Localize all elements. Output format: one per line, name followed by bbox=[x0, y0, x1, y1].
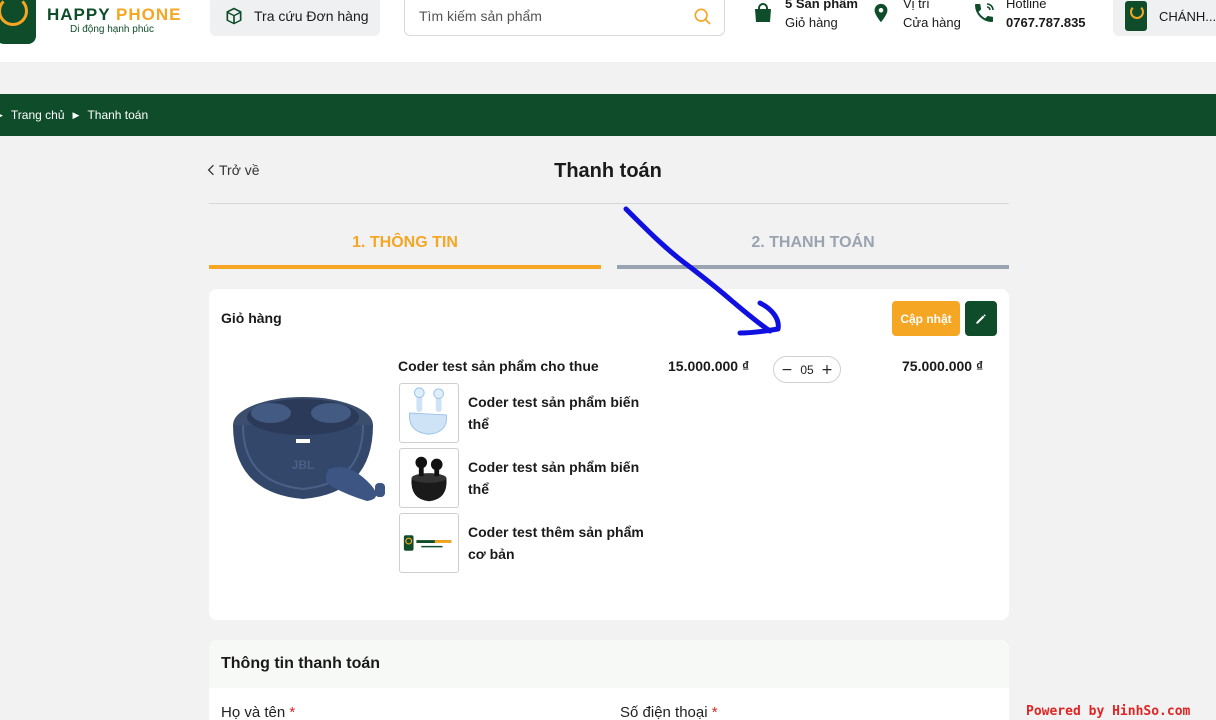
logo-text-happy: HAPPY bbox=[47, 5, 111, 24]
hotline-number: 0767.787.835 bbox=[1006, 15, 1086, 30]
back-link[interactable]: Trở về bbox=[207, 162, 260, 178]
location-label: Cửa hàng bbox=[903, 15, 961, 30]
step-payment-indicator bbox=[617, 265, 1009, 269]
logo-tagline: Di động hạnh phúc bbox=[70, 24, 154, 35]
required-mark: * bbox=[289, 704, 296, 720]
full-name-label: Họ và tên * bbox=[221, 704, 295, 720]
header-cart[interactable]: 5 Sản phẩm Giỏ hàng bbox=[751, 0, 858, 32]
decrease-quantity-button[interactable]: − bbox=[780, 362, 794, 378]
phone-call-icon bbox=[972, 1, 996, 25]
variant-thumbnail bbox=[399, 513, 459, 573]
logo-text-phone: PHONE bbox=[110, 5, 182, 24]
step-info[interactable]: 1. THÔNG TIN bbox=[209, 234, 601, 252]
phone-label: Số điện thoại * bbox=[620, 704, 718, 720]
cart-title: Giỏ hàng bbox=[221, 310, 282, 326]
order-lookup-button[interactable]: Tra cứu Đơn hàng bbox=[210, 0, 380, 36]
quantity-value[interactable]: 05 bbox=[800, 363, 813, 377]
step-info-indicator bbox=[209, 265, 601, 269]
quantity-stepper: − 05 + bbox=[773, 356, 841, 383]
variant-item[interactable]: Coder test sản phẩm biến thể bbox=[399, 448, 639, 508]
package-icon bbox=[226, 7, 242, 25]
pencil-icon bbox=[976, 313, 986, 324]
product-price: 15.000.000 ₫ bbox=[668, 358, 750, 374]
variant-item[interactable]: Coder test sản phẩm biến thể bbox=[399, 383, 639, 443]
required-mark: * bbox=[711, 704, 718, 720]
increase-quantity-button[interactable]: + bbox=[820, 362, 834, 378]
breadcrumb-separator-icon: ▶ bbox=[0, 110, 3, 121]
header-store-location[interactable]: Vị trí Cửa hàng bbox=[869, 0, 961, 32]
product-image: JBL bbox=[233, 397, 385, 501]
phone-label-text: Số điện thoại bbox=[620, 704, 708, 720]
payment-info-title: Thông tin thanh toán bbox=[209, 640, 1009, 688]
breadcrumb-separator-icon: ▶ bbox=[72, 109, 80, 120]
cart-label: Giỏ hàng bbox=[785, 15, 838, 30]
search-icon[interactable] bbox=[692, 6, 712, 26]
product-name[interactable]: Coder test sản phẩm cho thue bbox=[398, 358, 599, 374]
header-hotline[interactable]: Hotline 0767.787.835 bbox=[972, 0, 1086, 32]
logo-text[interactable]: HAPPY PHONE bbox=[47, 5, 181, 25]
back-label: Trở về bbox=[219, 162, 260, 178]
variant-thumbnail bbox=[399, 383, 459, 443]
variant-name: Coder test sản phẩm biến thể bbox=[468, 394, 640, 432]
happy-phone-logo-icon bbox=[403, 535, 452, 551]
logo-icon[interactable] bbox=[0, 0, 36, 44]
step-payment[interactable]: 2. THANH TOÁN bbox=[617, 234, 1009, 252]
payment-info-card: Thông tin thanh toán Họ và tên * Số điện… bbox=[209, 640, 1009, 720]
breadcrumb-current: Thanh toán bbox=[87, 108, 149, 122]
variant-item[interactable]: Coder test thêm sản phẩm cơ bản bbox=[399, 513, 644, 573]
breadcrumb: ▶ Trang chủ ▶ Thanh toán bbox=[0, 94, 1216, 136]
user-account-button[interactable]: CHÁNH... bbox=[1113, 0, 1216, 36]
variant-name: Coder test thêm sản phẩm cơ bản bbox=[468, 524, 644, 562]
order-lookup-label: Tra cứu Đơn hàng bbox=[254, 8, 369, 24]
edit-cart-button[interactable] bbox=[965, 301, 997, 336]
avatar bbox=[1125, 1, 1147, 31]
shopping-bag-icon bbox=[751, 1, 775, 25]
page-title: Thanh toán bbox=[554, 160, 662, 182]
title-divider bbox=[209, 203, 1009, 204]
search-box bbox=[404, 0, 725, 36]
full-name-label-text: Họ và tên bbox=[221, 704, 286, 720]
variant-name: Coder test sản phẩm biến thể bbox=[468, 459, 640, 497]
cart-count: 5 Sản phẩm bbox=[785, 0, 858, 11]
product-total: 75.000.000 ₫ bbox=[902, 358, 984, 374]
hotline-label: Hotline bbox=[1006, 0, 1047, 11]
site-header: HAPPY PHONE Di động hạnh phúc Tra cứu Đơ… bbox=[0, 0, 1216, 62]
jbl-logo-mark: JBL bbox=[292, 458, 315, 472]
cart-card: Giỏ hàng Cập nhật JBL Coder test sản phẩ… bbox=[209, 289, 1009, 620]
location-pin-icon bbox=[869, 1, 893, 25]
variant-thumbnail bbox=[399, 448, 459, 508]
chevron-left-icon bbox=[207, 164, 214, 176]
update-cart-button[interactable]: Cập nhật bbox=[892, 301, 960, 336]
watermark: Powered by HinhSo.com bbox=[1026, 704, 1191, 719]
location-top-label: Vị trí bbox=[903, 0, 930, 11]
breadcrumb-home-link[interactable]: Trang chủ bbox=[11, 108, 65, 122]
search-input[interactable] bbox=[419, 8, 692, 24]
user-name: CHÁNH... bbox=[1159, 8, 1216, 24]
